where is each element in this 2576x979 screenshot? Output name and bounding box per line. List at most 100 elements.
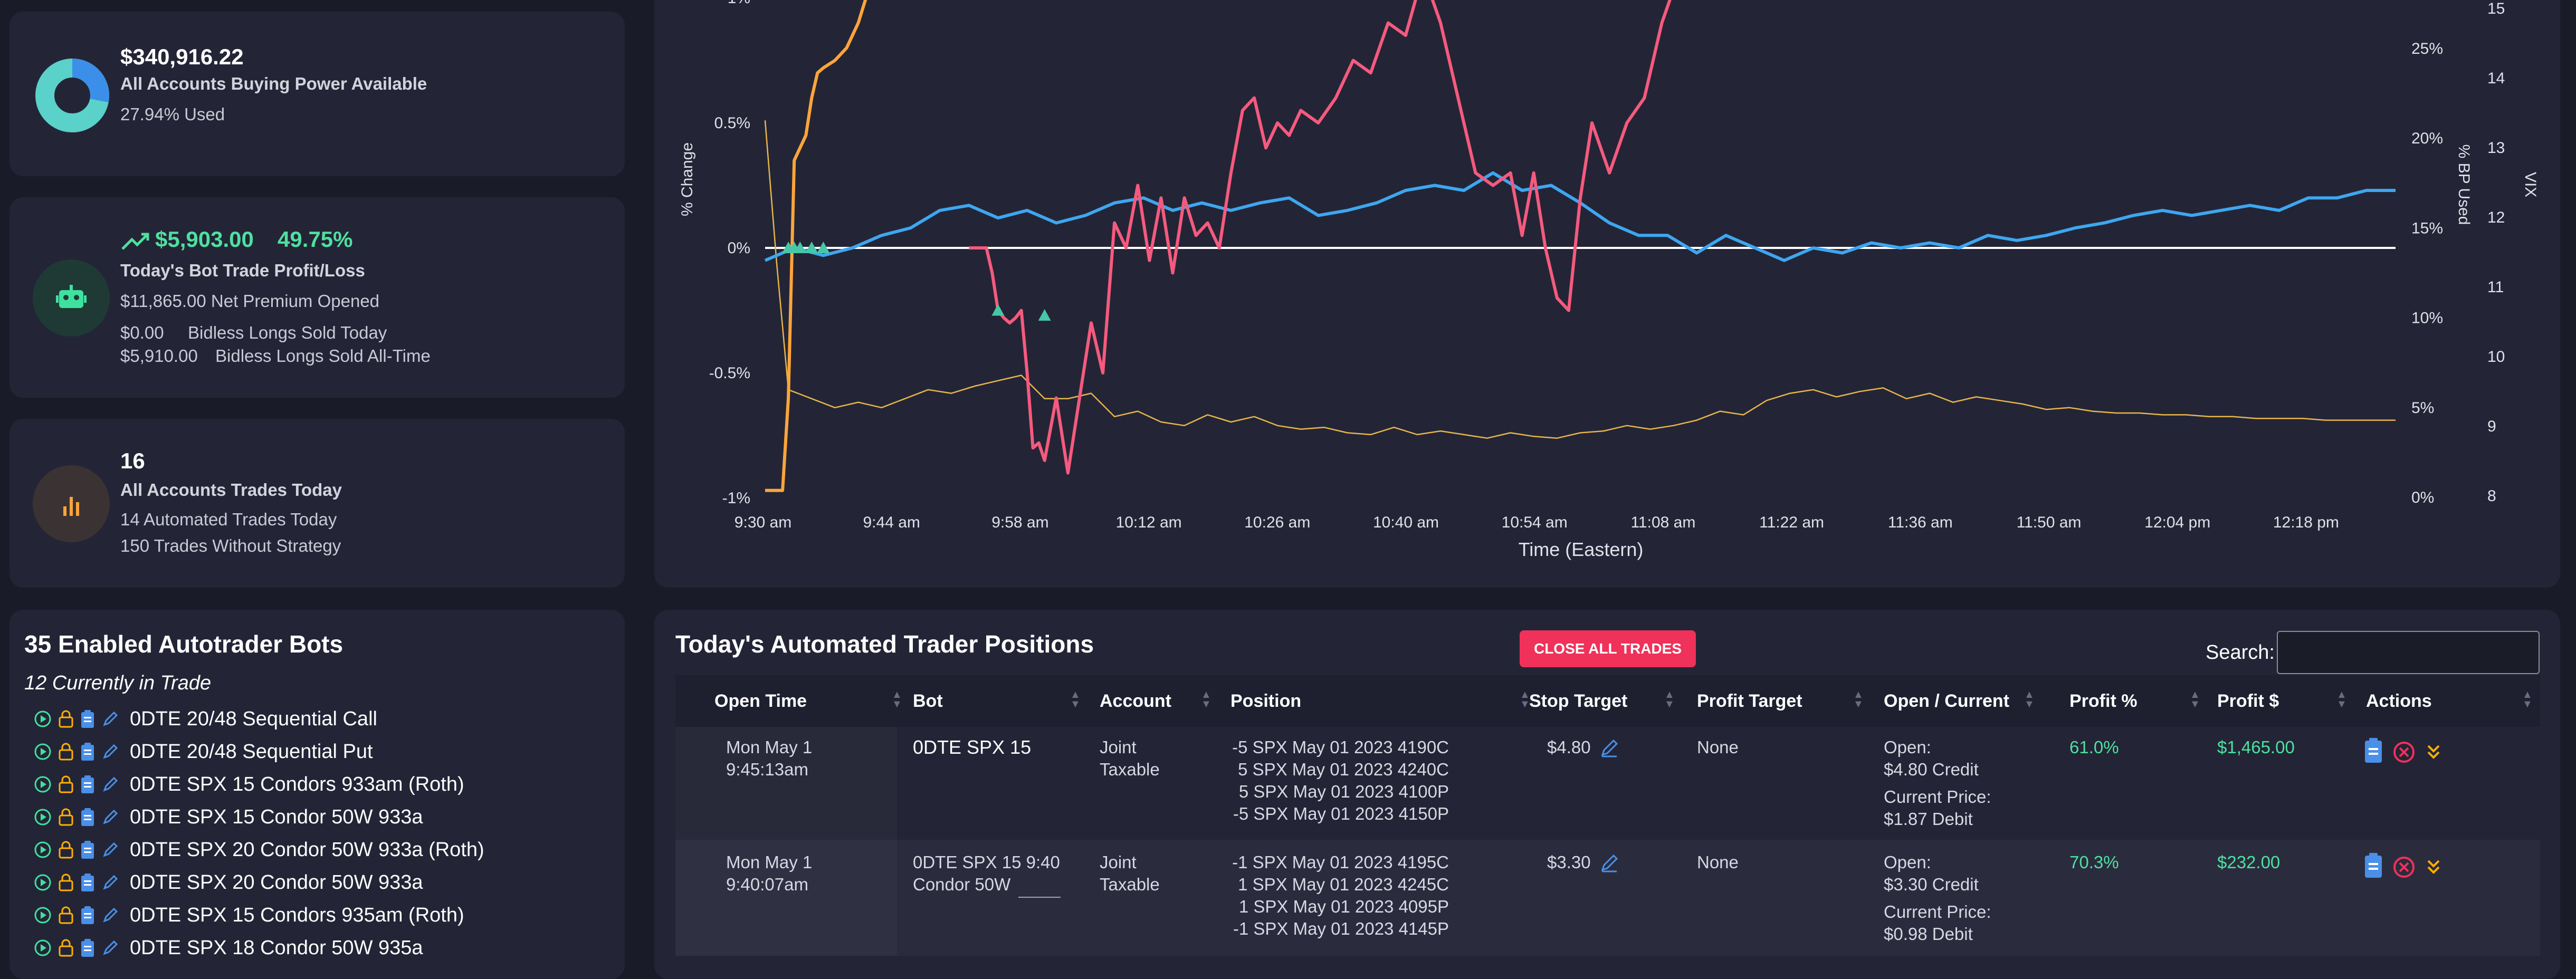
- positions-title: Today's Automated Trader Positions: [675, 630, 1094, 658]
- edit-pencil-icon[interactable]: [101, 939, 119, 957]
- lock-icon[interactable]: [58, 906, 74, 924]
- edit-stop-pencil-icon[interactable]: [1599, 852, 1620, 874]
- bar-chart-icon-circle: [33, 465, 110, 542]
- edit-pencil-icon[interactable]: [101, 841, 119, 859]
- clipboard-icon[interactable]: [80, 840, 95, 859]
- y-vix-tick-label: 14: [2487, 70, 2505, 87]
- cancel-icon[interactable]: [2393, 742, 2415, 763]
- play-icon[interactable]: [34, 743, 52, 761]
- clipboard-icon[interactable]: [80, 742, 95, 761]
- lock-icon[interactable]: [58, 939, 74, 957]
- row-actions[interactable]: [2362, 850, 2467, 882]
- trade-marker[interactable]: [1038, 309, 1051, 321]
- cancel-icon[interactable]: [2393, 857, 2415, 878]
- column-header[interactable]: Profit %: [2069, 675, 2137, 727]
- column-header[interactable]: Stop Target: [1529, 675, 1627, 727]
- search-input[interactable]: [2277, 631, 2540, 674]
- profit-dollars: $1,465.00: [2217, 737, 2295, 757]
- column-header[interactable]: Profit Target: [1697, 675, 1802, 727]
- clipboard-icon[interactable]: [80, 808, 95, 827]
- row-actions[interactable]: [2362, 735, 2467, 767]
- bot-list-item[interactable]: 0DTE SPX 18 Condor 50W 935a: [34, 933, 423, 963]
- bot-name[interactable]: 0DTE 20/48 Sequential Put: [130, 741, 373, 763]
- lock-icon[interactable]: [58, 808, 74, 826]
- column-header[interactable]: Bot: [913, 675, 943, 727]
- bot-list-item[interactable]: 0DTE 20/48 Sequential Put: [34, 736, 373, 767]
- clipboard-icon[interactable]: [80, 906, 95, 925]
- clipboard-icon[interactable]: [80, 709, 95, 728]
- sort-arrows-icon[interactable]: ▲ ▼: [2024, 689, 2035, 709]
- lock-icon[interactable]: [58, 841, 74, 859]
- bot-list-item[interactable]: 0DTE SPX 15 Condor 50W 933a: [34, 802, 423, 832]
- sort-arrows-icon[interactable]: ▲ ▼: [1520, 689, 1530, 709]
- column-header[interactable]: Position: [1230, 675, 1301, 727]
- lock-icon[interactable]: [58, 710, 74, 728]
- sort-arrows-icon[interactable]: ▲ ▼: [1853, 689, 1864, 709]
- trades-card: 16 All Accounts Trades Today 14 Automate…: [9, 419, 625, 588]
- bot-name[interactable]: 0DTE SPX 15 Condor 50W 933a: [130, 806, 423, 829]
- open-time-date: Mon May 1: [726, 737, 813, 757]
- close-all-trades-button[interactable]: CLOSE ALL TRADES: [1520, 630, 1696, 667]
- trades-count: 16: [120, 448, 145, 473]
- bot-name[interactable]: 0DTE 20/48 Sequential Call: [130, 708, 377, 731]
- column-header[interactable]: Actions: [2366, 675, 2432, 727]
- sort-arrows-icon[interactable]: ▲ ▼: [2522, 689, 2533, 709]
- clipboard-icon[interactable]: [2365, 853, 2382, 878]
- sort-arrows-icon[interactable]: ▲ ▼: [1070, 689, 1081, 709]
- sort-arrows-icon[interactable]: ▲ ▼: [2336, 689, 2347, 709]
- play-icon[interactable]: [34, 841, 52, 859]
- sort-arrows-icon[interactable]: ▲ ▼: [1664, 689, 1675, 709]
- edit-pencil-icon[interactable]: [101, 874, 119, 891]
- trades-without-strategy[interactable]: 150 Trades Without Strategy: [120, 536, 341, 556]
- bot-pl-percent: 49.75%: [278, 227, 353, 252]
- play-icon[interactable]: [34, 906, 52, 924]
- chevrons-down-icon[interactable]: [2427, 860, 2440, 874]
- bot-list-item[interactable]: 0DTE SPX 20 Condor 50W 933a (Roth): [34, 834, 484, 865]
- bot-name[interactable]: 0DTE SPX 18 Condor 50W 935a: [130, 937, 423, 959]
- stop-target: $4.80: [1547, 737, 1591, 757]
- play-icon[interactable]: [34, 710, 52, 728]
- column-header[interactable]: Profit $: [2217, 675, 2279, 727]
- sort-arrows-icon[interactable]: ▲ ▼: [1201, 689, 1211, 709]
- bot-list-item[interactable]: 0DTE SPX 20 Condor 50W 933a: [34, 867, 423, 898]
- play-icon[interactable]: [34, 939, 52, 957]
- sort-arrows-icon[interactable]: ▲ ▼: [2190, 689, 2200, 709]
- y-bp-tick-label: 15%: [2411, 219, 2443, 237]
- edit-pencil-icon[interactable]: [101, 710, 119, 728]
- edit-pencil-icon[interactable]: [101, 906, 119, 924]
- edit-pencil-icon[interactable]: [101, 775, 119, 793]
- y-left-axis-label: % Change: [679, 142, 696, 216]
- bot-list-item[interactable]: 0DTE SPX 15 Condors 933am (Roth): [34, 769, 464, 800]
- bot-name[interactable]: 0DTE SPX 15 Condors 933am (Roth): [130, 773, 464, 796]
- chevrons-down-icon[interactable]: [2427, 745, 2440, 759]
- play-icon[interactable]: [34, 775, 52, 793]
- trade-marker[interactable]: [991, 304, 1005, 316]
- edit-stop-pencil-icon[interactable]: [1599, 737, 1620, 759]
- lock-icon[interactable]: [58, 743, 74, 761]
- edit-pencil-icon[interactable]: [101, 808, 119, 826]
- edit-pencil-icon[interactable]: [101, 743, 119, 761]
- column-header[interactable]: Account: [1100, 675, 1171, 727]
- lock-icon[interactable]: [58, 775, 74, 793]
- play-icon[interactable]: [34, 808, 52, 826]
- clipboard-icon[interactable]: [80, 775, 95, 794]
- x-tick-label: 9:30 am: [734, 514, 791, 531]
- play-icon[interactable]: [34, 874, 52, 891]
- bot-name[interactable]: 0DTE SPX 15 Condors 935am (Roth): [130, 904, 464, 927]
- sort-arrows-icon[interactable]: ▲ ▼: [892, 689, 902, 709]
- y-vix-tick-label: 15: [2487, 0, 2505, 17]
- lock-icon[interactable]: [58, 874, 74, 891]
- bot-name[interactable]: 0DTE SPX 20 Condor 50W 933a: [130, 871, 423, 894]
- bot-list-item[interactable]: 0DTE SPX 15 Condors 935am (Roth): [34, 900, 464, 930]
- position-leg: 1 SPX May 01 2023 4095P: [1238, 897, 1449, 916]
- clipboard-icon[interactable]: [80, 938, 95, 957]
- position-leg: -1 SPX May 01 2023 4195C: [1232, 852, 1449, 872]
- position-leg: 1 SPX May 01 2023 4245C: [1238, 875, 1449, 894]
- column-header[interactable]: Open Time: [714, 675, 807, 727]
- bot-name[interactable]: 0DTE SPX 20 Condor 50W 933a (Roth): [130, 839, 484, 861]
- bot-list-item[interactable]: 0DTE 20/48 Sequential Call: [34, 704, 377, 734]
- column-header[interactable]: Open / Current: [1884, 675, 2009, 727]
- clipboard-icon[interactable]: [80, 873, 95, 892]
- open-time-clock: 9:45:13am: [726, 760, 808, 779]
- clipboard-icon[interactable]: [2365, 738, 2382, 763]
